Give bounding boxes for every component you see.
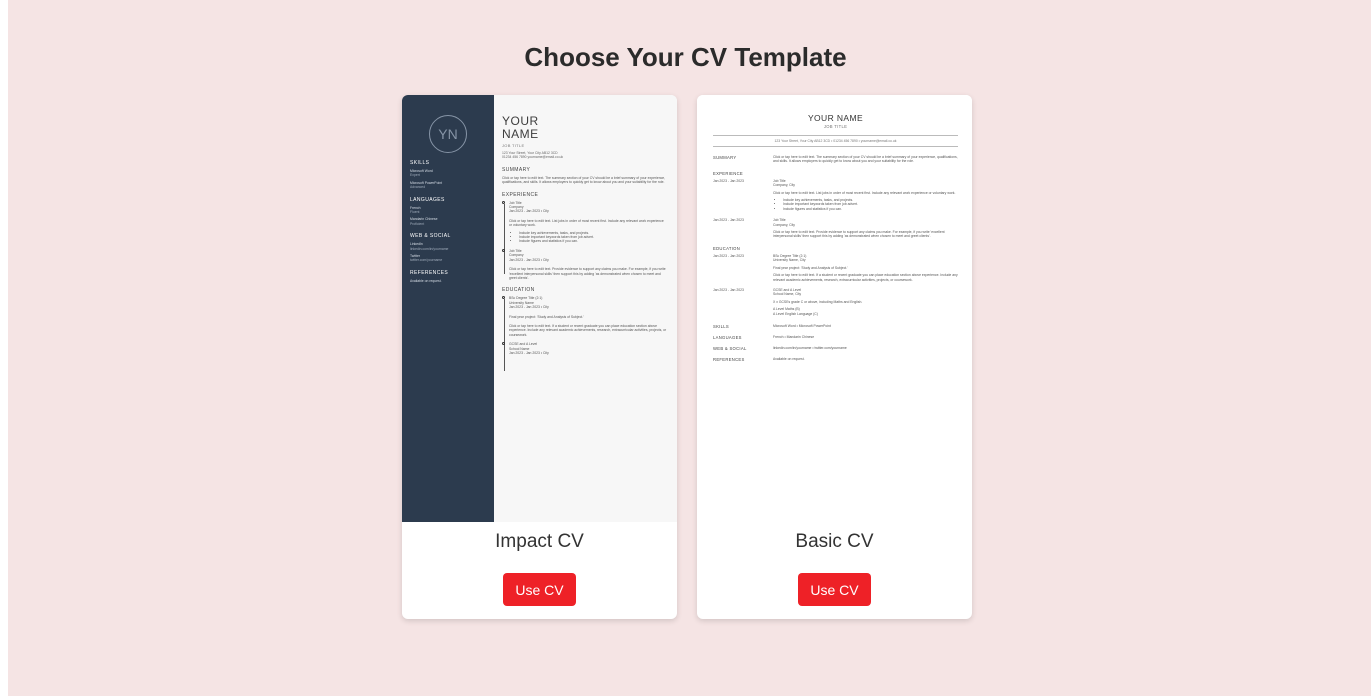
page-background	[8, 0, 1371, 696]
cv-contact: 01234 456 7890 yourname@email.co.uk	[502, 155, 564, 160]
web-social-row: WEB & SOCIAL linkedin.com/in/yourname • …	[713, 345, 847, 351]
sidebar-heading-references: REFERENCES	[410, 269, 449, 276]
sidebar-item: LinkedIn linkedin.com/in/yourname	[410, 242, 449, 251]
experience-entry: Jan 2023 - Jan 2023 Job Title Company, C…	[713, 218, 945, 239]
impact-main-column: YOUR NAME JOB TITLE 123 Your Street, You…	[494, 95, 677, 522]
timeline-dot	[502, 342, 505, 346]
section-heading-experience: EXPERIENCE	[713, 170, 743, 176]
use-basic-cv-button[interactable]: Use CV	[798, 573, 871, 606]
sidebar-item: Available on request.	[410, 278, 442, 283]
timeline-dot	[502, 200, 505, 204]
template-name-basic: Basic CV	[795, 531, 874, 552]
cv-name: YOUR NAME	[807, 113, 864, 123]
cv-job-title: JOB TITLE	[823, 124, 848, 129]
template-name-impact: Impact CV	[495, 531, 584, 552]
timeline-dot	[502, 296, 505, 300]
education-entry: Jan 2023 - Jan 2023 BSc Degree Title (2:…	[713, 253, 958, 282]
basic-page: YOUR NAME JOB TITLE 123 Your Street, You…	[697, 95, 972, 522]
summary-text: Click or tap here to edit text. The summ…	[502, 175, 666, 185]
sidebar-item: Microsoft Word Expert	[410, 169, 433, 178]
education-entry: GCSE and A Level School Name Jan 2023 - …	[502, 342, 667, 355]
use-impact-cv-button[interactable]: Use CV	[503, 573, 576, 606]
sidebar-heading-languages: LANGUAGES	[410, 196, 445, 203]
education-entry: Jan 2023 - Jan 2023 GCSE and A Level Sch…	[713, 287, 863, 316]
sidebar-heading-skills: SKILLS	[410, 160, 430, 166]
page-title: Choose Your CV Template	[524, 42, 847, 72]
experience-entry: Jan 2023 - Jan 2023 Job Title Company, C…	[713, 179, 958, 211]
sidebar-item: Microsoft PowerPoint Advanced	[410, 180, 443, 190]
section-heading-education: EDUCATION	[502, 287, 535, 294]
avatar-initials: YN	[429, 115, 467, 153]
impact-sidebar: YN SKILLS Microsoft Word Expert Microsof…	[402, 95, 494, 522]
experience-entry: Job Title Company Jan 2023 - Jan 2023 • …	[502, 200, 667, 244]
sidebar-item: Twitter twitter.com/yourname	[410, 254, 443, 263]
cv-contact: 123 Your Street, Your City AB12 3CD • 01…	[713, 135, 958, 147]
section-heading-experience: EXPERIENCE	[502, 191, 539, 198]
sidebar-heading-web: WEB & SOCIAL	[410, 233, 451, 240]
impact-cv-preview: YN SKILLS Microsoft Word Expert Microsof…	[402, 95, 677, 522]
cv-job-title: JOB TITLE	[502, 143, 525, 148]
template-card-impact[interactable]: YN SKILLS Microsoft Word Expert Microsof…	[402, 95, 677, 619]
section-heading-summary: SUMMARY	[502, 166, 531, 173]
timeline-dot	[502, 248, 505, 252]
cv-name-line2: NAME	[502, 127, 539, 141]
experience-entry: Job Title Company Jan 2023 - Jan 2023 • …	[502, 248, 667, 280]
skills-row: SKILLS Microsoft Word • Microsoft PowerP…	[713, 323, 831, 329]
basic-cv-preview: YOUR NAME JOB TITLE 123 Your Street, You…	[697, 95, 972, 522]
references-row: REFERENCES Available on request.	[713, 356, 805, 362]
languages-row: LANGUAGES French • Mandarin Chinese	[713, 334, 815, 340]
section-heading-education: EDUCATION	[713, 245, 741, 251]
sidebar-item: Mandarin Chinese Proficient	[410, 217, 438, 226]
education-entry: BSc Degree Title (2:1) University Name J…	[502, 296, 667, 337]
sidebar-item: French Fluent	[410, 205, 421, 215]
template-card-basic[interactable]: YOUR NAME JOB TITLE 123 Your Street, You…	[697, 95, 972, 619]
summary-row: SUMMARY Click or tap here to edit text. …	[713, 155, 958, 164]
